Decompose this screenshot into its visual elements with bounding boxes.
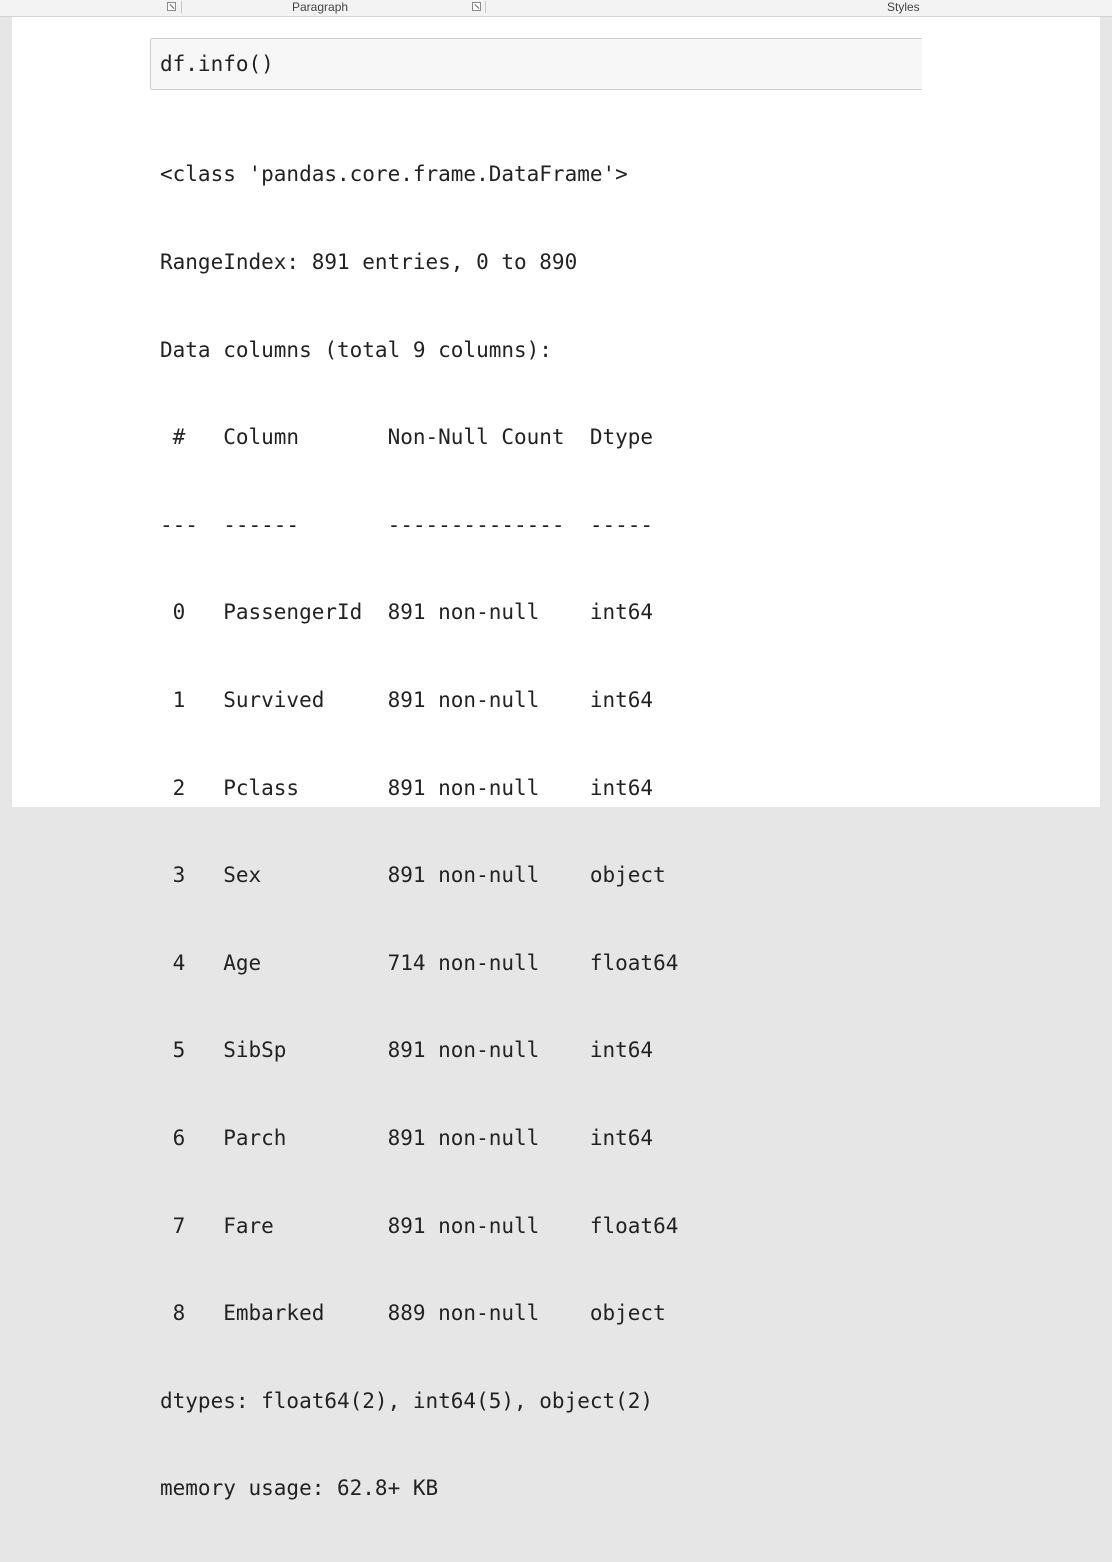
output-table-row: 5 SibSp 891 non-null int64 <box>160 1038 679 1063</box>
output-table-row: 1 Survived 891 non-null int64 <box>160 687 679 712</box>
output-table-row: 8 Embarked 889 non-null object <box>160 1301 679 1326</box>
ribbon-separator <box>485 1 486 13</box>
output-line: memory usage: 62.8+ KB <box>160 1476 439 1501</box>
cell-output: <class 'pandas.core.frame.DataFrame'> Ra… <box>160 102 678 1562</box>
code-cell[interactable]: df.info() <box>150 38 922 90</box>
ribbon-separator <box>181 1 182 13</box>
output-table-row: 6 Parch 891 non-null int64 <box>160 1125 679 1150</box>
ribbon-bar: Paragraph Styles <box>0 0 1112 17</box>
styles-group-label: Styles <box>887 0 920 14</box>
output-table-row: 7 Fare 891 non-null float64 <box>160 1213 679 1238</box>
paragraph-dialog-launcher-icon[interactable] <box>472 2 481 11</box>
paragraph-group-label: Paragraph <box>292 0 349 14</box>
output-table-row: 2 Pclass 891 non-null int64 <box>160 775 679 800</box>
output-line: RangeIndex: 891 entries, 0 to 890 <box>160 250 578 274</box>
document-page: df.info() <class 'pandas.core.frame.Data… <box>12 17 1100 1500</box>
output-table-rule: --- ------ -------------- ----- <box>160 512 679 537</box>
output-table-row: 3 Sex 891 non-null object <box>160 863 679 888</box>
output-table-row: 4 Age 714 non-null float64 <box>160 950 679 975</box>
output-line: dtypes: float64(2), int64(5), object(2) <box>160 1388 654 1413</box>
output-table-row: 0 PassengerId 891 non-null int64 <box>160 600 679 625</box>
output-line: <class 'pandas.core.frame.DataFrame'> <box>160 162 628 187</box>
code-cell-source[interactable]: df.info() <box>160 51 274 77</box>
output-table-header: # Column Non-Null Count Dtype <box>160 425 679 450</box>
output-line: Data columns (total 9 columns): <box>160 337 552 362</box>
font-dialog-launcher-icon[interactable] <box>167 2 176 11</box>
